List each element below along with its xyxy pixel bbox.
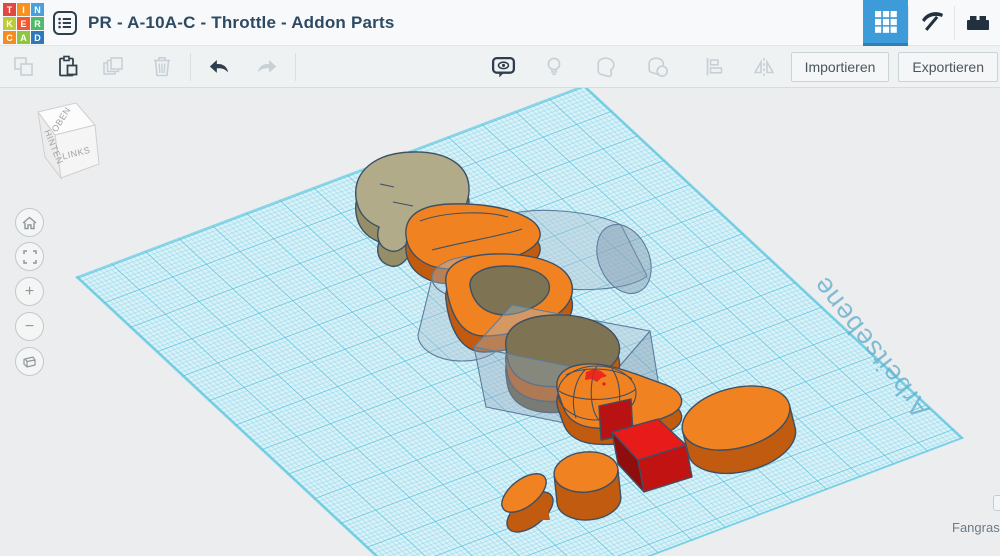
home-view-button[interactable] <box>15 208 44 237</box>
ungroup-icon <box>648 56 669 77</box>
align-icon <box>706 58 722 76</box>
minecraft-view-button[interactable] <box>909 0 954 46</box>
group-button[interactable] <box>588 49 624 85</box>
logo-letter: T <box>3 3 16 16</box>
logo-letter: N <box>31 3 44 16</box>
separator <box>190 52 191 81</box>
design-title: PR - A-10A-C - Throttle - Addon Parts <box>88 13 395 32</box>
duplicate-icon <box>103 56 123 75</box>
trash-icon <box>154 56 170 76</box>
separator <box>295 52 296 81</box>
shapes-grid-view-button[interactable] <box>863 0 908 46</box>
duplicate-button[interactable] <box>96 49 132 85</box>
logo-letter: D <box>31 31 44 44</box>
redo-icon <box>257 59 277 73</box>
lightbulb-icon <box>547 57 560 76</box>
mirror-button[interactable] <box>746 49 782 85</box>
red-speck <box>602 382 606 386</box>
logo-letter: A <box>17 31 30 44</box>
snap-grid-label[interactable]: Fangraster <box>952 520 1000 535</box>
import-button[interactable]: Importieren <box>790 52 890 82</box>
model-shapes-layer <box>355 151 802 539</box>
edit-toolbar: Importieren Exportieren <box>0 46 1000 88</box>
undo-button[interactable] <box>201 49 237 85</box>
home-icon <box>22 216 37 229</box>
delete-button[interactable] <box>144 49 180 85</box>
notes-button[interactable] <box>486 49 522 85</box>
export-button[interactable]: Exportieren <box>898 52 998 82</box>
note-eye-icon <box>492 56 516 77</box>
brick-icon <box>966 16 989 30</box>
logo-letter: I <box>17 3 30 16</box>
align-button[interactable] <box>696 49 732 85</box>
3d-viewport[interactable]: Arbeitsebene OBEN HINTEN LINKS + − Fangr… <box>0 88 1000 556</box>
shape-cylinder[interactable] <box>552 449 623 523</box>
zoom-in-button[interactable]: + <box>15 277 44 306</box>
mirror-icon <box>753 58 774 76</box>
minus-icon: − <box>24 317 35 335</box>
copy-icon <box>14 56 33 76</box>
logo-letter: R <box>31 17 44 30</box>
fit-view-button[interactable] <box>15 242 44 271</box>
shape-oval-disc[interactable] <box>675 376 802 484</box>
zoom-out-button[interactable]: − <box>15 312 44 341</box>
design-properties-icon[interactable] <box>52 10 78 36</box>
paste-icon <box>59 55 78 76</box>
perspective-box-icon <box>23 356 36 368</box>
paste-button[interactable] <box>50 49 86 85</box>
ungroup-button[interactable] <box>640 49 676 85</box>
shape-lens[interactable] <box>495 466 560 539</box>
grid-settings-button-clipped[interactable] <box>993 495 1000 511</box>
logo-letter: K <box>3 17 16 30</box>
tinkercad-logo[interactable]: T I N K E R C A D <box>3 3 44 44</box>
top-bar: T I N K E R C A D PR - A-10A-C - Throttl… <box>0 0 1000 46</box>
show-all-button[interactable] <box>536 49 572 85</box>
group-icon <box>597 56 615 77</box>
redo-button[interactable] <box>249 49 285 85</box>
plus-icon: + <box>24 282 35 300</box>
fit-view-icon <box>22 249 37 264</box>
undo-icon <box>209 59 229 73</box>
pickaxe-icon <box>921 12 943 31</box>
view-cube[interactable]: OBEN HINTEN LINKS <box>10 96 105 201</box>
view-mode-button[interactable] <box>15 347 44 376</box>
logo-letter: C <box>3 31 16 44</box>
brick-view-button[interactable] <box>955 0 1000 46</box>
logo-letter: E <box>17 17 30 30</box>
shape-red-box[interactable] <box>611 418 693 493</box>
copy-button[interactable] <box>6 49 42 85</box>
grid-icon <box>874 10 897 33</box>
